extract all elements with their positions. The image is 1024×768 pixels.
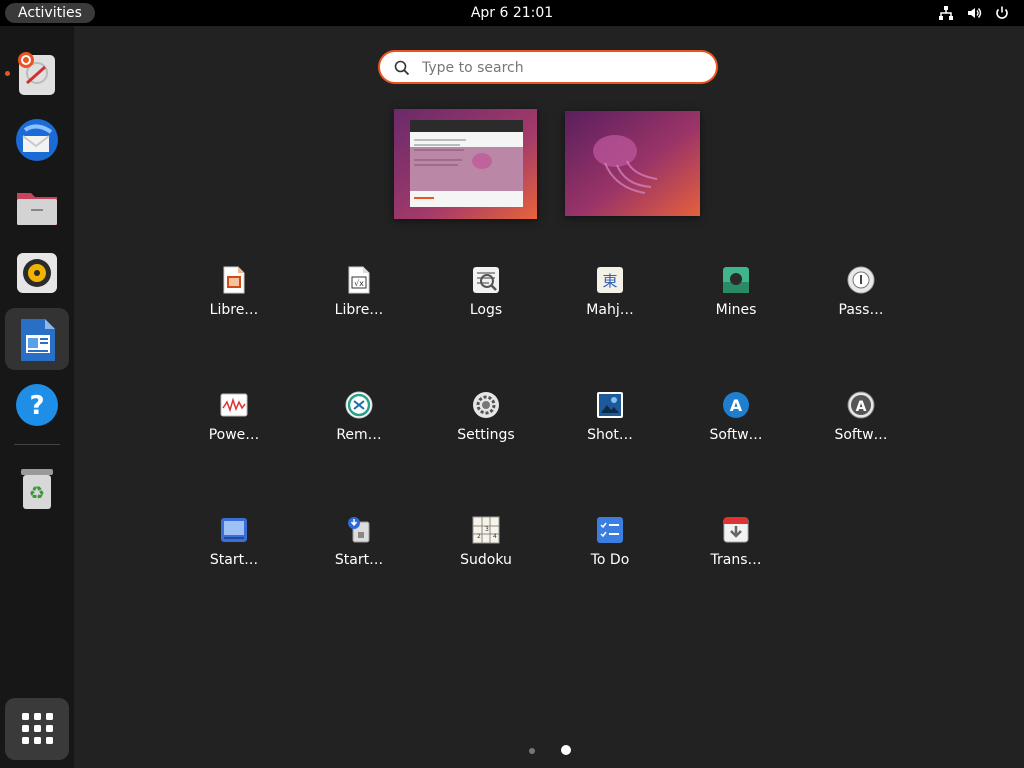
sudoku-icon: 234 xyxy=(472,516,500,544)
thunderbird-icon xyxy=(16,119,58,161)
dock-item-help-ubuntu[interactable] xyxy=(5,42,69,104)
dock-separator xyxy=(14,444,60,445)
svg-text:4: 4 xyxy=(493,533,497,540)
svg-text:√x: √x xyxy=(354,279,364,288)
app-label: Mahj… xyxy=(586,302,634,318)
search-icon xyxy=(394,60,410,76)
app-remmina[interactable]: Rem… xyxy=(304,391,414,481)
app-label: Start… xyxy=(209,552,259,568)
app-label: Mines xyxy=(715,302,757,318)
mines-icon xyxy=(723,267,749,293)
dock-item-libreoffice-writer[interactable] xyxy=(5,308,69,370)
svg-text:?: ? xyxy=(29,391,44,421)
workspace-thumbnail-2[interactable] xyxy=(565,111,700,216)
page-indicator-1[interactable] xyxy=(529,748,535,754)
app-label: Trans… xyxy=(710,552,762,568)
libreoffice-impress-icon xyxy=(223,266,245,294)
mahjongg-icon: 東 xyxy=(597,267,623,293)
trash-icon: ♻ xyxy=(21,469,53,509)
remmina-icon xyxy=(345,391,373,419)
power-statistics-icon xyxy=(220,393,248,417)
search-input[interactable] xyxy=(420,56,704,80)
app-label: Sudoku xyxy=(460,552,512,568)
app-shotwell[interactable]: Shot… xyxy=(555,391,665,481)
svg-text:東: 東 xyxy=(602,272,617,290)
speaker-icon xyxy=(17,253,57,293)
libreoffice-math-icon: √x xyxy=(348,266,370,294)
passwords-icon xyxy=(847,266,875,294)
app-label: To Do xyxy=(590,552,630,568)
dock-item-files[interactable] xyxy=(5,176,69,238)
settings-icon xyxy=(473,392,499,418)
top-bar: Activities Apr 6 21:01 xyxy=(0,0,1024,26)
show-apps-button[interactable] xyxy=(5,698,69,760)
svg-text:3: 3 xyxy=(485,526,489,533)
lifebuoy-icon xyxy=(18,52,55,95)
app-label: Start… xyxy=(334,552,384,568)
dock-item-trash[interactable]: ♻ xyxy=(5,456,69,518)
app-power-statistics[interactable]: Powe… xyxy=(179,391,289,481)
clock: Apr 6 21:01 xyxy=(0,0,1024,26)
app-settings[interactable]: Settings xyxy=(431,391,541,481)
app-label: Softw… xyxy=(834,427,888,443)
app-label: Pass… xyxy=(838,302,884,318)
power-icon[interactable] xyxy=(994,5,1010,21)
app-libreoffice-impress[interactable]: Libre… xyxy=(179,266,289,356)
writer-icon xyxy=(21,319,55,361)
clock-button[interactable]: Apr 6 21:01 xyxy=(471,5,553,21)
app-sudoku[interactable]: 234 Sudoku xyxy=(431,516,541,606)
volume-icon[interactable] xyxy=(966,5,982,21)
app-label: Rem… xyxy=(336,427,382,443)
network-icon[interactable] xyxy=(938,5,954,21)
app-mahjongg[interactable]: 東 Mahj… xyxy=(555,266,665,356)
search-box[interactable] xyxy=(378,50,718,84)
dock-item-rhythmbox[interactable] xyxy=(5,242,69,304)
dock-item-help[interactable]: ? xyxy=(5,374,69,436)
app-grid-icon xyxy=(22,713,53,744)
workspace-thumbnail-1[interactable] xyxy=(394,109,537,219)
dock: ? ♻ xyxy=(0,26,74,768)
page-indicator-2[interactable] xyxy=(561,745,571,755)
app-libreoffice-math[interactable]: √x Libre… xyxy=(304,266,414,356)
software-icon: A xyxy=(723,392,749,418)
shotwell-icon xyxy=(597,392,623,418)
startup-applications-icon xyxy=(348,517,370,543)
logs-icon xyxy=(473,267,499,293)
system-tray[interactable] xyxy=(938,5,1010,21)
svg-text:A: A xyxy=(856,399,867,415)
app-mines[interactable]: Mines xyxy=(681,266,791,356)
activities-button[interactable]: Activities xyxy=(5,3,95,23)
startup-disk-creator-icon xyxy=(221,518,247,542)
app-label: Libre… xyxy=(209,302,259,318)
app-label: Powe… xyxy=(208,427,260,443)
folder-icon xyxy=(17,193,57,225)
software-updater-icon: A xyxy=(847,391,875,419)
app-software-updater[interactable]: A Softw… xyxy=(806,391,916,481)
app-label: Shot… xyxy=(587,427,633,443)
help-icon: ? xyxy=(16,384,58,426)
app-startup-applications[interactable]: Start… xyxy=(304,516,414,606)
app-label: Settings xyxy=(457,427,515,443)
app-transmission[interactable]: Trans… xyxy=(681,516,791,606)
app-label: Softw… xyxy=(709,427,763,443)
app-software[interactable]: A Softw… xyxy=(681,391,791,481)
svg-text:2: 2 xyxy=(477,533,481,540)
app-todo[interactable]: To Do xyxy=(555,516,665,606)
svg-text:A: A xyxy=(730,396,743,415)
app-label: Libre… xyxy=(334,302,384,318)
app-logs[interactable]: Logs xyxy=(431,266,541,356)
transmission-icon xyxy=(723,517,749,543)
app-label: Logs xyxy=(469,302,503,318)
app-passwords[interactable]: Pass… xyxy=(806,266,916,356)
svg-text:♻: ♻ xyxy=(29,483,45,504)
app-startup-disk-creator[interactable]: Start… xyxy=(179,516,289,606)
dock-item-thunderbird[interactable] xyxy=(5,109,69,171)
todo-icon xyxy=(597,517,623,543)
